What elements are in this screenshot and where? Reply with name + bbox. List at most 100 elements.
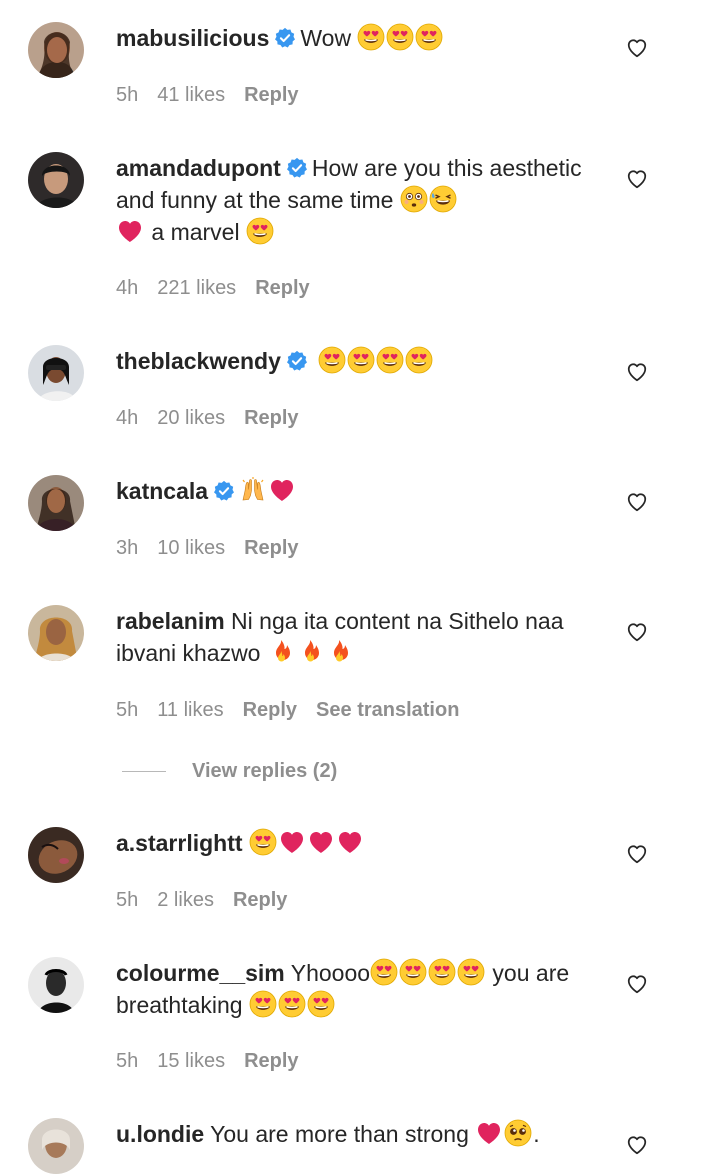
comment-body: Wow [300,25,358,51]
comment-text: katncala [116,475,596,507]
like-heart-icon[interactable] [626,1134,648,1156]
comment-time: 5h [116,889,139,911]
comment-body: a marvel [145,219,246,245]
comment-text: colourme__sim Yhoooo you are breathtakin… [116,957,596,1021]
comment-text: u.londie You are more than strong . [116,1118,596,1150]
comment-text: amandadupont How are you this aesthetic a… [116,152,596,248]
like-count[interactable]: 11 likes [157,699,223,721]
username[interactable]: mabusilicious [116,25,269,51]
reply-button[interactable]: Reply [244,1050,298,1072]
username[interactable]: amandadupont [116,155,281,181]
verified-badge-icon [286,350,308,372]
reply-button[interactable]: Reply [233,889,287,911]
username[interactable]: u.londie [116,1121,204,1147]
raising-hands-emoji-icon [239,476,267,504]
view-replies-label: View replies (2) [192,760,338,782]
comment-text: a.starrlightt [116,827,596,859]
comment-time: 5h [116,699,139,721]
comment-time: 3h [116,537,139,559]
comment-time: 4h [116,277,139,299]
comment-time: 5h [116,1050,139,1072]
like-count[interactable]: 41 likes [157,84,225,106]
like-heart-icon[interactable] [626,361,648,383]
comment-body: . [533,1121,540,1147]
heart-eyes-emoji-icon [376,346,404,374]
view-replies-button[interactable]: View replies (2) [122,760,337,783]
like-heart-icon[interactable] [626,621,648,643]
reply-button[interactable]: Reply [243,699,297,721]
divider [122,771,166,773]
username[interactable]: rabelanim [116,608,225,634]
comment-body: Yhoooo [290,960,371,986]
comment-text: rabelanim Ni nga ita content na Sithelo … [116,605,596,669]
avatar[interactable] [28,475,84,531]
avatar[interactable] [28,345,84,401]
heart-eyes-emoji-icon [318,346,346,374]
reply-button[interactable]: Reply [244,407,298,429]
heart-eyes-emoji-icon [399,958,427,986]
avatar[interactable] [28,827,84,883]
reply-button[interactable]: Reply [244,84,298,106]
avatar[interactable] [28,152,84,208]
like-heart-icon[interactable] [626,491,648,513]
username[interactable]: a.starrlightt [116,830,243,856]
fire-emoji-icon [296,638,324,666]
comment-meta: 4h 221 likes Reply [116,277,329,300]
avatar[interactable] [28,22,84,78]
heart-eyes-emoji-icon [307,990,335,1018]
heart-eyes-emoji-icon [415,23,443,51]
fire-emoji-icon [267,638,295,666]
heart-eyes-emoji-icon [357,23,385,51]
like-count[interactable]: 15 likes [157,1050,225,1072]
red-heart-emoji-icon [307,828,335,856]
like-count[interactable]: 2 likes [157,889,214,911]
comment-text: theblackwendy [116,345,596,377]
username[interactable]: colourme__sim [116,960,285,986]
heart-eyes-emoji-icon [370,958,398,986]
heart-eyes-emoji-icon [347,346,375,374]
heart-eyes-emoji-icon [386,23,414,51]
verified-badge-icon [274,27,296,49]
heart-eyes-emoji-icon [428,958,456,986]
like-count[interactable]: 20 likes [157,407,225,429]
comment-text: mabusilicious Wow [116,22,596,54]
verified-badge-icon [213,480,235,502]
heart-eyes-emoji-icon [405,346,433,374]
avatar[interactable] [28,957,84,1013]
red-heart-emoji-icon [278,828,306,856]
username[interactable]: katncala [116,478,208,504]
like-heart-icon[interactable] [626,168,648,190]
red-heart-emoji-icon [268,476,296,504]
comment-time: 4h [116,407,139,429]
heart-eyes-emoji-icon [249,990,277,1018]
reply-button[interactable]: Reply [244,537,298,559]
pleading-face-emoji-icon [504,1119,532,1147]
red-heart-emoji-icon [336,828,364,856]
fire-emoji-icon [325,638,353,666]
heart-eyes-emoji-icon [249,828,277,856]
comment-meta: 3h 10 likes Reply [116,537,318,560]
like-heart-icon[interactable] [626,843,648,865]
comment-meta: 5h 41 likes Reply [116,84,318,107]
username[interactable]: theblackwendy [116,348,281,374]
avatar[interactable] [28,605,84,661]
like-count[interactable]: 10 likes [157,537,225,559]
heart-eyes-emoji-icon [246,217,274,245]
reply-button[interactable]: Reply [255,277,309,299]
comment-time: 5h [116,84,139,106]
comment-meta: 5h 11 likes Reply See translation [116,699,478,722]
heart-eyes-emoji-icon [457,958,485,986]
comment-meta: 5h 15 likes Reply [116,1050,318,1073]
heart-eyes-emoji-icon [278,990,306,1018]
avatar[interactable] [28,1118,84,1174]
see-translation-button[interactable]: See translation [316,699,459,721]
red-heart-emoji-icon [475,1119,503,1147]
verified-badge-icon [286,157,308,179]
comment-meta: 4h 20 likes Reply [116,407,318,430]
like-heart-icon[interactable] [626,37,648,59]
comment-body: You are more than strong [210,1121,476,1147]
like-count[interactable]: 221 likes [157,277,236,299]
like-heart-icon[interactable] [626,973,648,995]
red-heart-emoji-icon [116,217,144,245]
comment-meta: 5h 2 likes Reply [116,889,306,912]
